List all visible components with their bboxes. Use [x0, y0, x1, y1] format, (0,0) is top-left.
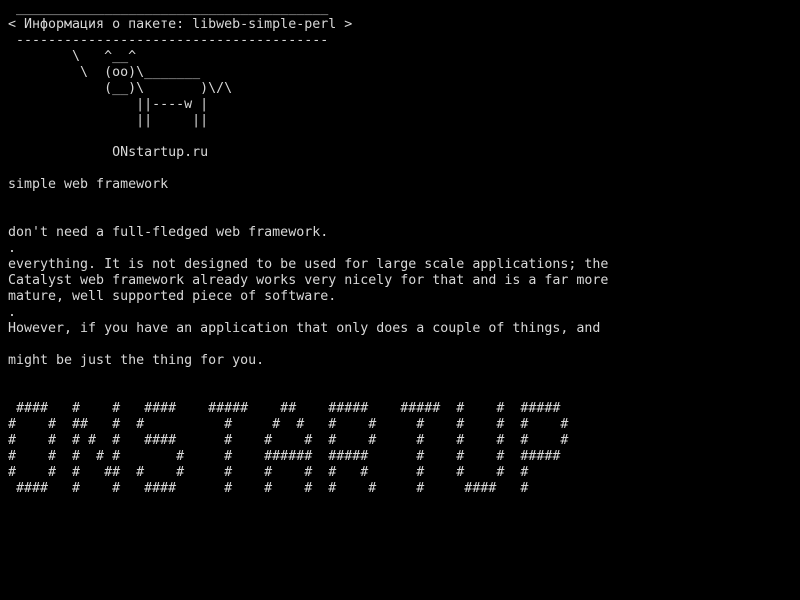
terminal-output: _______________________________________ …	[8, 1, 798, 599]
description-line	[8, 337, 798, 353]
speech-bubble-text: < Информация о пакете: libweb-simple-per…	[8, 17, 353, 32]
cow-ascii-line: ||----w |	[8, 97, 209, 112]
banner-ascii-line: #### # # #### ##### ## ##### ##### # # #…	[8, 401, 561, 416]
description-line	[8, 369, 798, 385]
description-line: Catalyst web framework already works ver…	[8, 273, 609, 288]
banner-ascii-line: # # # # # # # ###### ##### # # # #####	[8, 449, 561, 464]
description-line: However, if you have an application that…	[8, 321, 601, 336]
cow-ascii-line: \ (oo)\_______	[8, 65, 201, 80]
description-line: might be just the thing for you.	[8, 353, 265, 368]
description-line: .	[8, 241, 17, 256]
speech-bubble-top: _______________________________________	[8, 1, 329, 16]
banner-ascii-line: #### # # #### # # # # # # #### #	[8, 481, 529, 496]
banner-ascii-line: # # ## # # # # # # # # # # # #	[8, 417, 569, 432]
cow-ascii-line: || ||	[8, 113, 209, 128]
description-line	[8, 209, 798, 225]
cow-ascii-line: \ ^__^	[8, 49, 137, 64]
description-line: don't need a full-fledged web framework.	[8, 225, 329, 240]
banner-ascii-line: # # # # # #### # # # # # # # # # #	[8, 433, 569, 448]
description-line: everything. It is not designed to be use…	[8, 257, 609, 272]
site-label: ONstartup.ru	[8, 145, 209, 160]
description-line: .	[8, 305, 17, 320]
description-line: mature, well supported piece of software…	[8, 289, 337, 304]
cow-ascii-line: (__)\ )\/\	[8, 81, 233, 96]
banner-ascii-line: # # # ## # # # # # # # # # # #	[8, 465, 529, 480]
description-line	[8, 193, 798, 209]
description-line	[8, 385, 798, 401]
description-line: simple web framework	[8, 177, 169, 192]
speech-bubble-bottom: ---------------------------------------	[8, 33, 329, 48]
description-line	[8, 161, 798, 177]
